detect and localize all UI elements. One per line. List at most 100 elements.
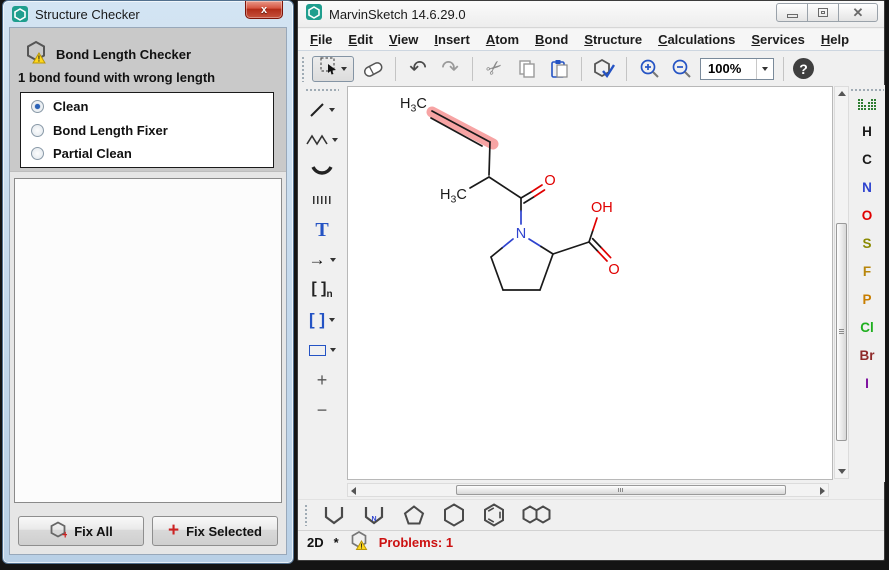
radio-label: Partial Clean [53, 146, 132, 161]
window-titlebar[interactable]: MarvinSketch 14.6.29.0 ✕ [298, 1, 884, 28]
minus-icon: − [317, 400, 328, 421]
repeat-group-tool[interactable]: [ ]n [302, 275, 342, 305]
menu-atom[interactable]: Atom [478, 32, 527, 47]
text-tool[interactable]: T [302, 215, 342, 245]
element-button-s[interactable]: S [849, 229, 885, 257]
radio-option-clean[interactable]: Clean [31, 99, 263, 114]
problems-count[interactable]: Problems: 1 [379, 535, 453, 550]
fix-all-button[interactable]: + Fix All [18, 516, 144, 546]
check-structure-button[interactable] [591, 56, 617, 82]
radio-option-bond-length-fixer[interactable]: Bond Length Fixer [31, 123, 263, 138]
template-cyclohexane-button[interactable] [439, 503, 469, 527]
radio-icon[interactable] [31, 147, 44, 160]
toolbar-drag-handle[interactable] [305, 88, 339, 93]
element-button-i[interactable]: I [849, 369, 885, 397]
atom-label-oxygen-acid: O [608, 262, 619, 278]
fix-selected-button[interactable]: + Fix Selected [152, 516, 278, 546]
close-icon[interactable]: x [245, 1, 283, 19]
element-button-f[interactable]: F [849, 257, 885, 285]
toolbar-drag-handle[interactable] [850, 88, 884, 93]
template-cyclopentane-button[interactable] [399, 503, 429, 527]
help-button[interactable]: ? [793, 58, 814, 79]
eraser-icon [362, 59, 384, 79]
element-button-br[interactable]: Br [849, 341, 885, 369]
menu-calculations[interactable]: Calculations [650, 32, 743, 47]
zoom-in-icon [639, 58, 660, 79]
arrow-icon: → [309, 250, 326, 270]
menu-bar: File Edit View Insert Atom Bond Structur… [298, 29, 884, 51]
svg-text:!: ! [360, 544, 362, 551]
naphthalene-template-icon [521, 504, 555, 526]
dialog-titlebar[interactable]: Structure Checker x [3, 1, 293, 27]
paste-button[interactable] [546, 56, 572, 82]
dimension-mode-indicator[interactable]: 2D [307, 535, 324, 550]
template-cyclopentadiene-button[interactable] [319, 503, 349, 527]
element-button-p[interactable]: P [849, 285, 885, 313]
decrease-charge-tool[interactable]: − [302, 395, 342, 425]
menu-edit[interactable]: Edit [340, 32, 381, 47]
element-button-h[interactable]: H [849, 117, 885, 145]
menu-structure[interactable]: Structure [576, 32, 650, 47]
template-benzene-button[interactable] [479, 503, 509, 527]
bracket-tool[interactable]: [ ] [302, 305, 342, 335]
zoom-level-select[interactable]: 100% [700, 58, 774, 80]
minimize-button[interactable] [776, 3, 808, 22]
rectangle-tool[interactable] [302, 335, 342, 365]
zoom-out-button[interactable] [668, 56, 694, 82]
maximize-button[interactable] [807, 3, 839, 22]
menu-view[interactable]: View [381, 32, 426, 47]
menu-file[interactable]: File [302, 32, 340, 47]
element-button-c[interactable]: C [849, 145, 885, 173]
toolbar-drag-handle[interactable] [301, 56, 306, 82]
element-button-n[interactable]: N [849, 173, 885, 201]
element-button-o[interactable]: O [849, 201, 885, 229]
undo-button[interactable]: ↶ [405, 56, 431, 82]
radio-icon[interactable] [31, 124, 44, 137]
redo-button[interactable]: ↷ [437, 56, 463, 82]
horizontal-scrollbar-thumb[interactable] [456, 485, 786, 495]
scroll-right-icon[interactable] [820, 487, 825, 495]
menu-help[interactable]: Help [813, 32, 857, 47]
menu-insert[interactable]: Insert [426, 32, 477, 47]
increase-charge-tool[interactable]: + [302, 365, 342, 395]
chain-icon [306, 133, 328, 147]
scroll-down-icon[interactable] [838, 469, 846, 474]
template-naphthalene-button[interactable] [519, 503, 557, 527]
single-bond-tool[interactable] [302, 95, 342, 125]
hashed-bond-tool[interactable] [302, 185, 342, 215]
radio-icon[interactable] [31, 100, 44, 113]
menu-services[interactable]: Services [743, 32, 813, 47]
undo-icon: ↶ [409, 58, 427, 79]
cut-button[interactable]: ✂ [482, 56, 508, 82]
paste-icon [549, 59, 569, 79]
close-button[interactable]: ✕ [838, 3, 878, 22]
chain-tool[interactable] [302, 125, 342, 155]
single-bond-icon [309, 102, 325, 118]
problems-warning-icon[interactable]: ! [349, 530, 369, 555]
element-button-cl[interactable]: Cl [849, 313, 885, 341]
selection-tool-button[interactable] [312, 56, 354, 82]
radio-option-partial-clean[interactable]: Partial Clean [31, 146, 263, 161]
chevron-down-icon [341, 67, 347, 71]
vertical-scrollbar[interactable] [834, 86, 849, 479]
zoom-in-button[interactable] [636, 56, 662, 82]
copy-button[interactable] [514, 56, 540, 82]
sketch-canvas[interactable]: H3C H3C N O OH O [347, 86, 833, 480]
template-pyrrole-button[interactable]: N [359, 503, 389, 527]
bond-length-checker-icon: ! [24, 40, 48, 69]
reaction-arrow-tool[interactable]: → [302, 245, 342, 275]
menu-bond[interactable]: Bond [527, 32, 576, 47]
zoom-out-icon [671, 58, 692, 79]
problem-list[interactable] [14, 178, 282, 503]
toolbar-drag-handle[interactable] [304, 504, 309, 526]
eraser-button[interactable] [360, 56, 386, 82]
checker-title: Bond Length Checker [56, 47, 191, 62]
bracket-icon: [ ] [309, 310, 325, 330]
bold-curve-tool[interactable] [302, 155, 342, 185]
scroll-up-icon[interactable] [838, 91, 846, 96]
periodic-table-button[interactable] [854, 95, 880, 117]
scroll-left-icon[interactable] [351, 487, 356, 495]
element-toolbar: H C N O S F P Cl Br I [849, 85, 885, 482]
vertical-scrollbar-thumb[interactable] [836, 223, 847, 441]
horizontal-scrollbar[interactable] [347, 483, 829, 497]
